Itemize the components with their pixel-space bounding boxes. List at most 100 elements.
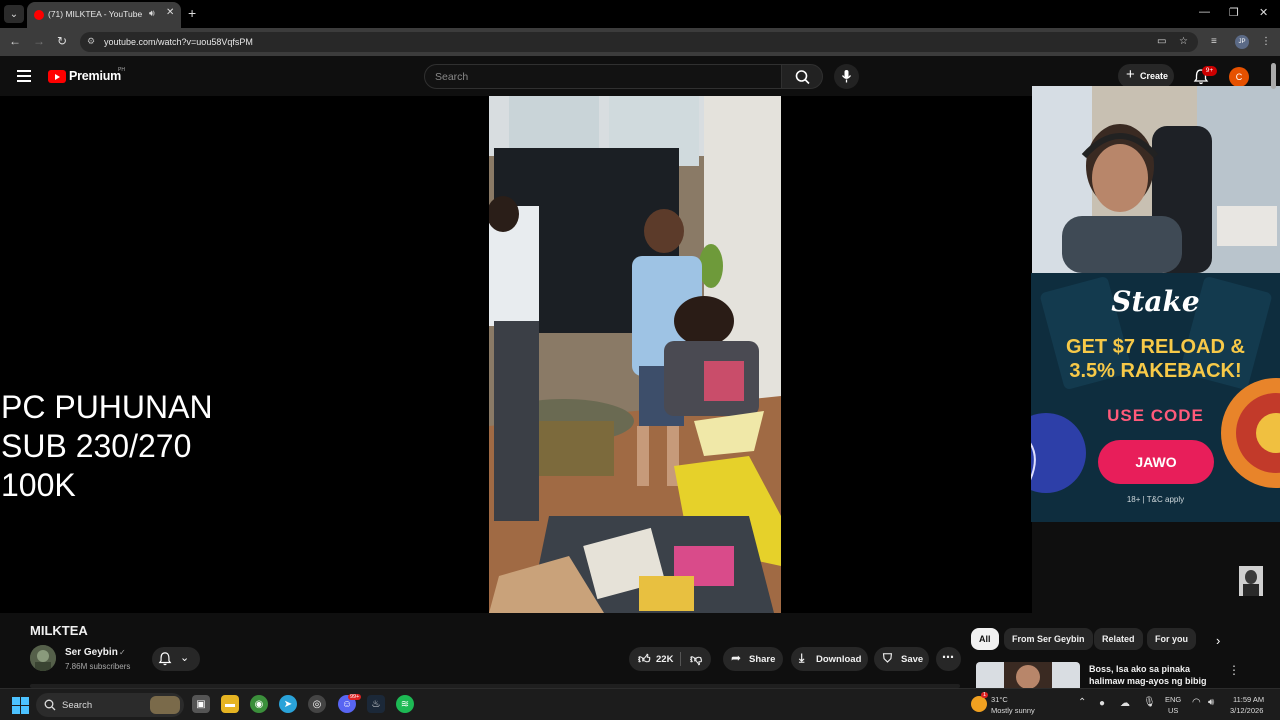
related-thumbnail-image (976, 662, 1080, 688)
page-scrollbar[interactable] (1271, 63, 1276, 89)
chrome-icon[interactable]: ◉ (250, 695, 268, 713)
weather-desc: Mostly sunny (991, 706, 1035, 715)
taskbar-search-box[interactable]: Search (36, 693, 184, 717)
reload-icon[interactable]: ↻ (57, 34, 67, 48)
overlay-line: 100K (1, 467, 76, 503)
channel-avatar-image (30, 645, 56, 671)
download-button[interactable]: ⤓ Download (791, 647, 868, 671)
browser-profile-avatar[interactable]: JP (1235, 35, 1249, 49)
restore-icon[interactable]: ❐ (1229, 6, 1239, 19)
more-horizontal-icon: ⋯ (942, 650, 954, 664)
youtube-favicon-icon (34, 10, 44, 20)
clock-time[interactable]: 11:59 AM (1233, 695, 1264, 704)
omnibox[interactable]: ⚙︎ youtube.com/watch?v=uou58VqfsPM ▭ ☆ (80, 32, 1198, 52)
volume-icon[interactable]: 🔊︎ (1208, 697, 1214, 708)
new-tab-button[interactable]: + (188, 5, 196, 21)
more-actions-button[interactable]: ⋯ (936, 647, 961, 671)
overlay-line: PC PUHUNAN (1, 389, 213, 425)
notification-count-badge: 9+ (1202, 66, 1217, 76)
microphone-icon (841, 70, 852, 83)
speaker-icon[interactable]: 🔊︎ (149, 8, 155, 19)
spotify-icon[interactable]: ≋ (396, 695, 414, 713)
chip-for-you[interactable]: For you (1147, 628, 1196, 650)
language-code[interactable]: ENG (1165, 695, 1181, 704)
search-icon (795, 70, 810, 85)
user-avatar[interactable]: C (1229, 67, 1249, 87)
browser-tab-bar: ⌄ (71) MILKTEA - YouTube 🔊︎ ✕ + — ❐ ✕ (0, 0, 1280, 28)
miniplayer-thumbnail[interactable] (1239, 566, 1263, 596)
related-title-line: halimaw mag-ayos ng bibig (1089, 676, 1207, 686)
close-tab-icon[interactable]: ✕ (166, 7, 174, 18)
chip-from-channel[interactable]: From Ser Geybin (1004, 628, 1093, 650)
task-view-icon[interactable]: ▣ (192, 695, 210, 713)
verified-badge-icon: ✓ (119, 648, 126, 657)
video-scene-image (489, 96, 781, 613)
channel-name[interactable]: Ser Geybin (65, 647, 118, 658)
chip-all[interactable]: All (971, 628, 999, 650)
thumbs-down-icon[interactable]: 👎︎ (690, 652, 702, 667)
ad-headline-line: 3.5% RAKEBACK! (1069, 360, 1242, 382)
webcam-image (1032, 86, 1280, 273)
steam-icon[interactable]: ♨ (367, 695, 385, 713)
close-window-icon[interactable]: ✕ (1259, 6, 1268, 19)
search-button[interactable] (781, 64, 823, 89)
like-count[interactable]: 22K (656, 654, 673, 665)
back-icon[interactable]: ← (9, 34, 21, 48)
webcam-overlay (1032, 86, 1280, 273)
save-button[interactable]: ⛉ Save (874, 647, 929, 671)
related-more-icon[interactable]: ⋮ (1228, 663, 1240, 677)
tab-title: (71) MILKTEA - YouTube (48, 9, 143, 19)
menu-icon[interactable] (17, 70, 31, 82)
file-explorer-icon[interactable]: ▬ (221, 695, 239, 713)
subscriber-count: 7.86M subscribers (65, 662, 131, 671)
media-controls-icon[interactable]: ≡ (1211, 36, 1217, 47)
forward-icon[interactable]: → (33, 34, 45, 48)
chips-next-chevron-icon[interactable]: › (1216, 633, 1220, 648)
share-button[interactable]: ➦ Share (723, 647, 783, 671)
channel-avatar[interactable] (30, 645, 56, 671)
search-input[interactable]: Search (424, 64, 782, 89)
region-code[interactable]: US (1168, 706, 1178, 715)
taskbar-search-icon (44, 699, 56, 711)
stake-advertisement[interactable]: Stake GET $7 RELOAD & 3.5% RAKEBACK! USE… (1031, 273, 1280, 522)
download-label: Download (816, 654, 862, 665)
tray-cloud-icon[interactable]: ☁ (1120, 698, 1130, 709)
weather-icon[interactable] (971, 696, 987, 712)
thumbs-up-icon[interactable]: 👍︎ (638, 652, 651, 667)
create-button[interactable]: + Create (1118, 64, 1174, 88)
bookmark-star-icon[interactable]: ☆ (1179, 36, 1188, 47)
minimize-icon[interactable]: — (1199, 6, 1210, 18)
related-video-title[interactable]: Boss, Isa ako sa pinaka halimaw mag-ayos… (1089, 663, 1219, 687)
youtube-logo-text[interactable]: Premium (69, 69, 121, 83)
ad-brand-logo: Stake (1111, 285, 1200, 318)
cast-icon[interactable]: ▭ (1157, 36, 1166, 47)
youtube-logo-icon[interactable] (48, 70, 66, 83)
logo-region: PH (118, 67, 125, 73)
ad-headline: GET $7 RELOAD & 3.5% RAKEBACK! (1031, 335, 1280, 383)
save-label: Save (901, 654, 924, 665)
search-highlight-icon (150, 696, 180, 714)
tab-search-button[interactable]: ⌄ (4, 5, 24, 23)
obs-icon[interactable]: ◎ (308, 695, 326, 713)
url-text[interactable]: youtube.com/watch?v=uou58VqfsPM (104, 37, 253, 47)
clock-date[interactable]: 3/12/2026 (1230, 706, 1263, 715)
site-info-icon[interactable]: ⚙︎ (87, 36, 95, 47)
wifi-icon[interactable]: ◠ (1192, 697, 1201, 708)
tray-overflow-chevron-icon[interactable]: ⌃ (1078, 697, 1086, 708)
subscription-notification-button[interactable]: ⌄ (152, 647, 200, 671)
ad-code-button[interactable]: JAWO (1098, 440, 1214, 484)
browser-menu-icon[interactable]: ⋮ (1261, 36, 1271, 47)
telegram-icon[interactable]: ➤ (279, 695, 297, 713)
chevron-down-icon: ⌄ (180, 652, 190, 664)
related-video-thumbnail[interactable] (976, 662, 1080, 688)
tray-app-icon[interactable]: ● (1099, 698, 1105, 709)
windows-start-icon[interactable] (12, 697, 29, 714)
tray-mic-icon[interactable]: 🎙︎ (1143, 697, 1156, 708)
video-frame[interactable] (489, 96, 781, 613)
video-player[interactable]: PC PUHUNAN SUB 230/270 100K (0, 96, 1032, 613)
weather-badge: 1 (981, 692, 989, 698)
browser-tab[interactable]: (71) MILKTEA - YouTube 🔊︎ ✕ (27, 2, 181, 28)
chip-related[interactable]: Related (1094, 628, 1143, 650)
share-icon: ➦ (731, 651, 742, 665)
voice-search-button[interactable] (834, 64, 859, 89)
